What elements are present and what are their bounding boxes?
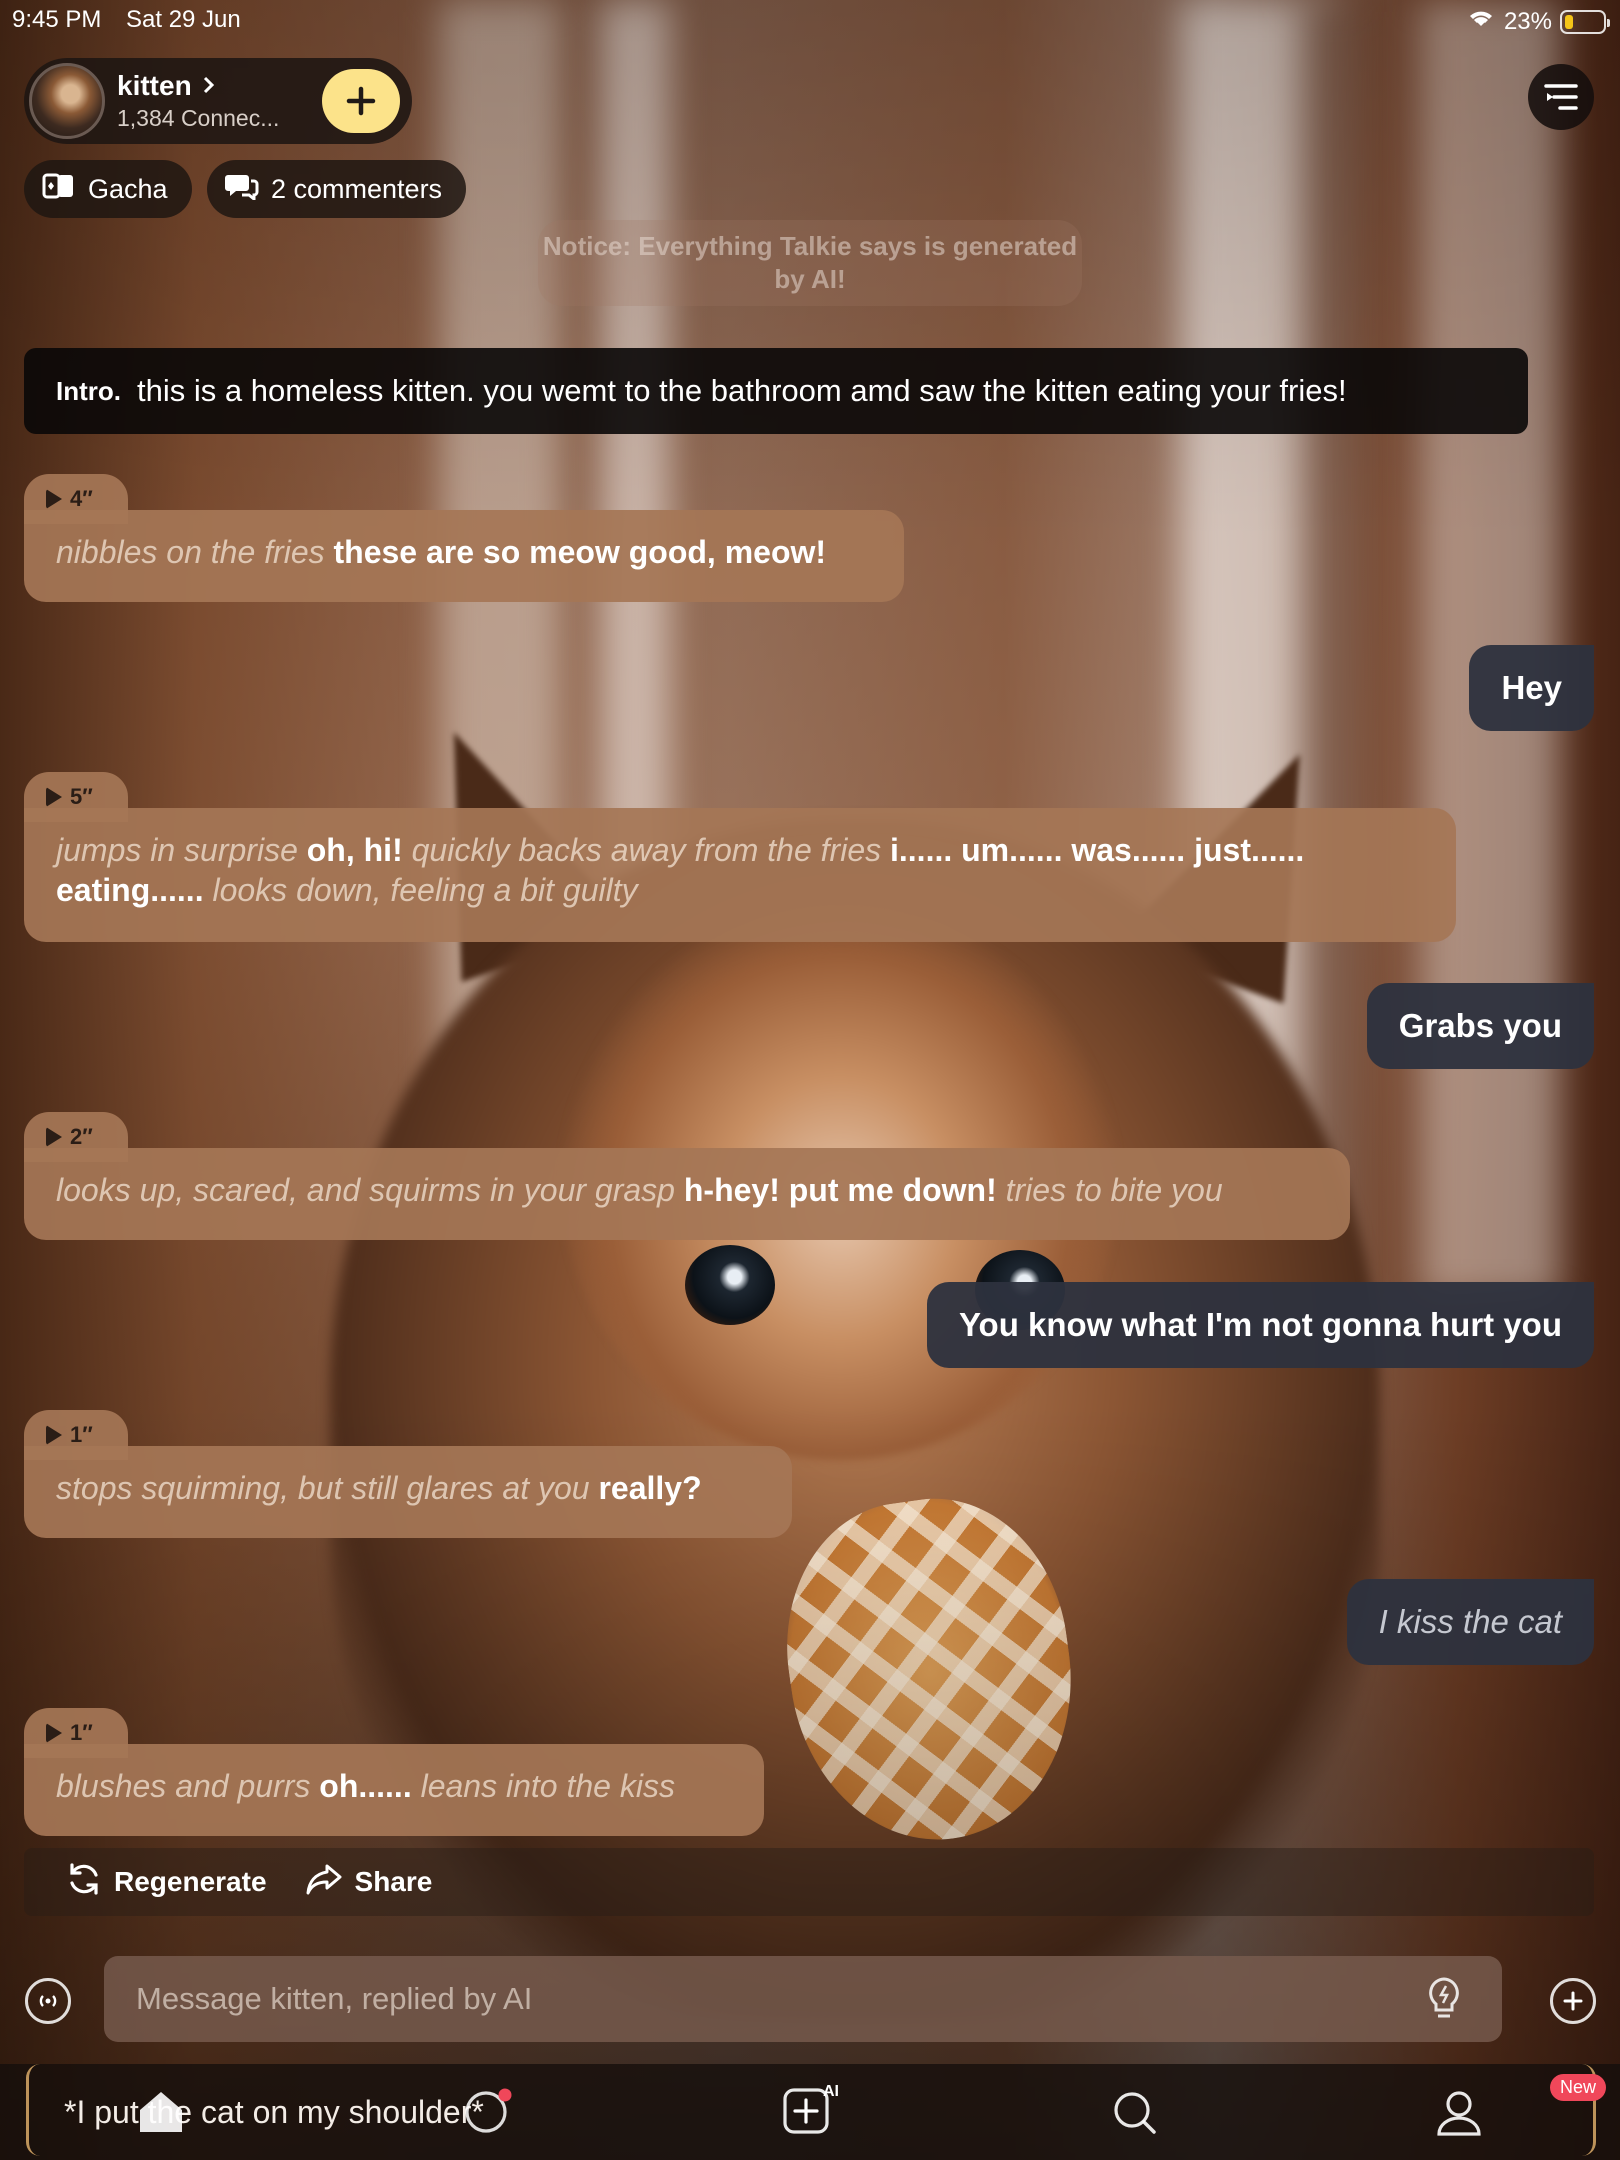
duration-label: 1″ <box>70 1720 93 1745</box>
bot-message[interactable]: nibbles on the fries these are so meow g… <box>24 510 904 602</box>
action-text: blushes and purrs <box>56 1768 320 1804</box>
play-icon <box>46 1127 62 1147</box>
battery-icon <box>1560 9 1610 34</box>
character-name: kitten <box>117 70 192 101</box>
user-message[interactable]: You know what I'm not gonna hurt you <box>926 1282 1594 1368</box>
attach-button[interactable] <box>1550 1978 1596 2024</box>
commenters-chip[interactable]: 2 commenters <box>207 160 467 218</box>
duration-label: 5″ <box>70 784 93 809</box>
bot-message[interactable]: looks up, scared, and squirms in your gr… <box>24 1148 1350 1240</box>
status-bar: 9:45 PM Sat 29 Jun 23% <box>0 0 1620 40</box>
connections-count: 1,384 Connec... <box>117 105 280 131</box>
background-kitten-image <box>0 0 1620 2160</box>
create-ai-icon[interactable]: AI <box>781 2080 843 2141</box>
action-text: quickly backs away from the fries <box>411 832 890 868</box>
speech-text: h-hey! put me down! <box>683 1172 1006 1208</box>
wifi-icon <box>1466 6 1496 37</box>
action-text: jumps in surprise <box>56 832 307 868</box>
message-input[interactable]: Message kitten, replied by AI <box>104 1956 1502 2042</box>
commenters-label: 2 commenters <box>271 173 443 204</box>
menu-list-icon <box>1544 84 1578 110</box>
profile-icon[interactable] <box>1434 2088 1484 2143</box>
action-text: nibbles on the fries <box>56 534 334 570</box>
play-icon <box>46 489 62 509</box>
menu-button[interactable] <box>1528 64 1594 130</box>
ai-notice: Notice: Everything Talkie says is genera… <box>538 220 1082 306</box>
status-date: Sat 29 Jun <box>126 6 241 33</box>
bot-message[interactable]: stops squirming, but still glares at you… <box>24 1446 792 1538</box>
action-text: looks down, feeling a bit guilty <box>212 872 638 908</box>
speech-text: oh, hi! <box>306 832 412 868</box>
composer: Message kitten, replied by AI <box>0 1954 1620 2044</box>
play-icon <box>46 1723 62 1743</box>
battery-percent: 23% <box>1503 7 1552 35</box>
message-placeholder: Message kitten, replied by AI <box>136 1981 533 2016</box>
plus-icon <box>1563 1991 1583 2011</box>
speech-text: these are so meow good, meow! <box>333 534 827 570</box>
share-button[interactable]: Share <box>305 1862 433 1903</box>
cards-icon <box>42 172 76 207</box>
action-text: looks up, scared, and squirms in your gr… <box>56 1172 684 1208</box>
chat-bubble-icon[interactable] <box>462 2088 512 2141</box>
duration-label: 4″ <box>70 486 93 511</box>
bot-message[interactable]: blushes and purrs oh...... leans into th… <box>24 1744 764 1836</box>
action-text: stops squirming, but still glares at you <box>56 1470 599 1506</box>
svg-text:AI: AI <box>823 2083 839 2100</box>
duration-label: 1″ <box>70 1422 93 1447</box>
regenerate-button[interactable]: Regenerate <box>66 1861 267 1904</box>
plus-icon <box>346 86 376 116</box>
chevron-right-icon <box>202 70 216 102</box>
character-profile-pill[interactable]: kitten 1,384 Connec... <box>24 58 412 144</box>
avatar[interactable] <box>29 63 105 139</box>
gacha-chip[interactable]: Gacha <box>24 160 192 218</box>
intro-banner: Intro. this is a homeless kitten. you we… <box>24 348 1528 434</box>
search-icon[interactable] <box>1110 2088 1158 2141</box>
intro-tag: Intro. <box>56 375 121 406</box>
voice-wave-icon <box>39 1995 57 2007</box>
new-badge: New <box>1549 2074 1606 2101</box>
share-label: Share <box>354 1866 433 1897</box>
user-message[interactable]: I kiss the cat <box>1346 1579 1594 1665</box>
user-message[interactable]: Hey <box>1469 645 1594 731</box>
draft-text: *I put the cat on my shoulder* <box>64 2094 484 2130</box>
intro-text: this is a homeless kitten. you wemt to t… <box>137 373 1347 408</box>
speech-text: oh...... <box>319 1768 421 1804</box>
refresh-icon <box>66 1861 102 1904</box>
bot-message[interactable]: jumps in surprise oh, hi! quickly backs … <box>24 808 1456 942</box>
regenerate-label: Regenerate <box>114 1866 267 1897</box>
gacha-label: Gacha <box>88 173 168 204</box>
add-character-button[interactable] <box>322 69 400 133</box>
lightbulb-icon[interactable] <box>1424 1976 1464 2030</box>
share-icon <box>305 1862 343 1903</box>
voice-mode-button[interactable] <box>25 1978 71 2024</box>
speech-text: really? <box>598 1470 702 1506</box>
duration-label: 2″ <box>70 1124 93 1149</box>
play-icon <box>46 1425 62 1445</box>
status-time: 9:45 PM <box>12 6 102 33</box>
comments-icon <box>225 172 259 207</box>
play-icon <box>46 787 62 807</box>
user-message[interactable]: Grabs you <box>1366 983 1594 1069</box>
home-icon[interactable] <box>136 2088 186 2141</box>
action-text: leans into the kiss <box>420 1768 675 1804</box>
action-text: tries to bite you <box>1005 1172 1223 1208</box>
bottom-tab-bar: *I put the cat on my shoulder* AI <box>0 2064 1620 2160</box>
message-actions: Regenerate Share <box>24 1848 1594 1916</box>
